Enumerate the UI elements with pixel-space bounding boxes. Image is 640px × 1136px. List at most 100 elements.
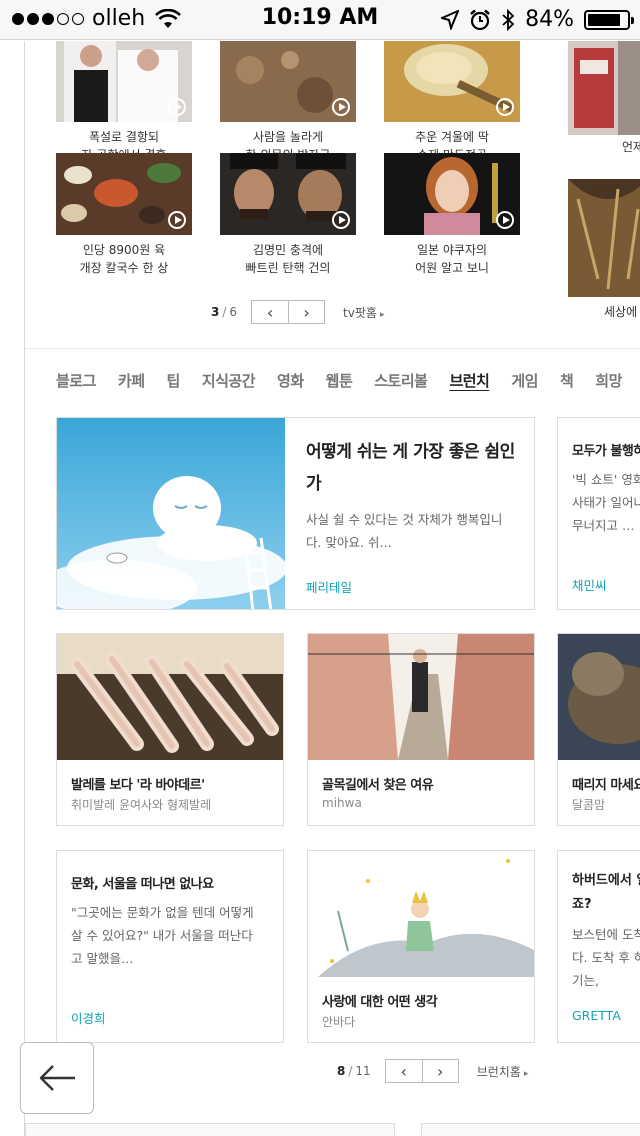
article-card[interactable]: 골목길에서 찾은 여유 mihwa: [307, 633, 535, 826]
play-icon: [168, 98, 186, 116]
prev-page-button[interactable]: ‹: [252, 301, 288, 323]
tab-webtoon[interactable]: 웹툰: [326, 370, 353, 391]
article-title: 발레를 보다 '라 바야데르': [71, 778, 205, 793]
tv-pagination: 3 / 6 ‹ › tv팟홈 ▸: [211, 300, 384, 324]
back-button[interactable]: [20, 1042, 94, 1114]
arrow-left-icon: [39, 1065, 75, 1091]
video-caption-line2: 빠트린 탄핵 건의: [245, 261, 331, 275]
next-section-card: [421, 1123, 640, 1136]
featured-excerpt-line1: 사실 쉴 수 있다는 것 자체가 행복입니: [306, 512, 503, 527]
play-icon: [332, 98, 350, 116]
play-icon: [496, 211, 514, 229]
tab-game[interactable]: 게임: [511, 370, 538, 391]
article-image: [558, 634, 640, 760]
article-title-line1: 하버드에서 일: [572, 873, 640, 888]
brunch-home-link[interactable]: 브런치홈 ▸: [477, 1063, 529, 1080]
video-thumbnail: [384, 41, 520, 122]
article-title: 문화, 서울을 떠나면 없나요: [71, 877, 214, 892]
tab-knowledge[interactable]: 지식공간: [202, 370, 256, 391]
chevron-left-icon: ‹: [266, 302, 274, 322]
chevron-left-icon: ‹: [400, 1061, 407, 1081]
tab-cafe[interactable]: 카페: [118, 370, 145, 391]
tab-hope[interactable]: 희망: [595, 370, 622, 391]
featured-excerpt-line2: 다. 맞아요. 쉬…: [306, 535, 392, 550]
video-caption-line1: 폭설로 결항되: [88, 130, 160, 144]
video-item[interactable]: 세상에: [568, 179, 640, 321]
category-tabs: 블로그 카페 팁 지식공간 영화 웹툰 스토리볼 브런치 게임 책 희망: [56, 370, 640, 391]
tab-blog[interactable]: 블로그: [56, 370, 96, 391]
video-item[interactable]: 인당 8900원 육 개장 칼국수 한 상: [56, 153, 192, 277]
next-page-button[interactable]: ›: [421, 1060, 458, 1082]
prev-page-button[interactable]: ‹: [386, 1060, 422, 1082]
article-author[interactable]: 채민씨: [572, 575, 607, 594]
article-image: [308, 851, 534, 977]
chevron-right-icon: ›: [303, 302, 310, 322]
tab-brunch[interactable]: 브런치: [449, 370, 489, 391]
article-title: 모두가 불행하: [572, 444, 640, 459]
status-bar: olleh 10:19 AM 84%: [0, 0, 640, 40]
video-thumbnail: [56, 41, 192, 122]
featured-title-line2: 가: [306, 474, 322, 494]
article-card[interactable]: 하버드에서 일 죠? 보스턴에 도착 다. 도착 후 하 기는, GRETTA: [557, 850, 640, 1043]
featured-author[interactable]: 페리테일: [306, 577, 352, 596]
page-total: 6: [229, 305, 238, 319]
featured-article-card[interactable]: 어떻게 쉬는 게 가장 좋은 쉼인 가 사실 쉴 수 있다는 것 자체가 행복입…: [56, 417, 535, 610]
article-excerpt-line1: 보스턴에 도착: [572, 927, 640, 942]
video-thumbnail: [568, 41, 640, 135]
article-excerpt-line2: 살 수 있어요?" 내가 서울을 떠난다: [71, 928, 253, 943]
chevron-right-icon: ›: [436, 1061, 444, 1081]
article-author[interactable]: 이경희: [71, 1008, 106, 1027]
article-title: 골목길에서 찾은 여유: [322, 778, 434, 793]
article-image: [308, 634, 534, 760]
article-title-line2: 죠?: [572, 897, 592, 912]
play-icon: [168, 211, 186, 229]
article-excerpt-line3: 기는,: [572, 973, 599, 988]
carrier-name: olleh: [92, 6, 146, 31]
video-item[interactable]: 폭설로 결항되자 공항에서 결혼: [56, 41, 192, 164]
video-item[interactable]: 추운 겨울에 딱수제 만두전골: [384, 41, 520, 164]
article-source: mihwa: [322, 796, 362, 810]
article-excerpt-line2: 다. 도착 후 하: [572, 950, 640, 965]
next-section-card: [25, 1123, 395, 1136]
tab-book[interactable]: 책: [560, 370, 574, 391]
article-author[interactable]: GRETTA: [572, 1008, 621, 1023]
page-content: 폭설로 결항되자 공항에서 결혼 사람을 놀라게한 의문의 발자국 추운 겨울에…: [24, 41, 640, 1136]
article-card[interactable]: 문화, 서울을 떠나면 없나요 "그곳에는 문화가 없을 텐데 어떻게 살 수 …: [56, 850, 284, 1043]
wifi-icon: [155, 8, 182, 28]
video-caption-line2: 개장 칼국수 한 상: [79, 261, 169, 275]
article-card[interactable]: 발레를 보다 '라 바야데르' 취미발레 윤여사와 형제발레: [56, 633, 284, 826]
article-card[interactable]: 모두가 불행하 '빅 쇼트' 영화 사태가 일어나 무너지고 … 채민씨: [557, 417, 640, 610]
video-caption-line1: 사람을 놀라게: [252, 130, 324, 144]
tab-tip[interactable]: 팁: [167, 370, 181, 391]
article-title: 사랑에 대한 어떤 생각: [322, 995, 438, 1010]
tvpot-home-link[interactable]: tv팟홈 ▸: [343, 304, 384, 321]
article-card[interactable]: 때리지 마세요 달콤맘: [557, 633, 640, 826]
article-card[interactable]: 사랑에 대한 어떤 생각 안바다: [307, 850, 535, 1043]
article-excerpt-line1: '빅 쇼트' 영화: [572, 472, 640, 487]
caret-right-icon: ▸: [379, 309, 385, 320]
article-image: [57, 634, 283, 760]
video-caption-line2: 어원 알고 보니: [415, 261, 489, 275]
location-arrow-icon: [441, 9, 460, 30]
article-title: 때리지 마세요: [572, 778, 640, 793]
article-excerpt-line3: 무너지고 …: [572, 518, 635, 533]
video-caption-line1: 김명민 충격에: [252, 243, 324, 257]
tab-movie[interactable]: 영화: [277, 370, 304, 391]
tab-storyball[interactable]: 스토리볼: [374, 370, 428, 391]
video-thumbnail: [56, 153, 192, 235]
article-excerpt-line3: 고 말했을…: [71, 951, 134, 966]
video-item[interactable]: 김명민 충격에빠트린 탄핵 건의: [220, 153, 356, 277]
signal-strength-icon: [12, 12, 84, 25]
page-total: 11: [355, 1064, 371, 1078]
video-thumbnail: [220, 41, 356, 122]
video-item[interactable]: 언제: [568, 41, 640, 156]
article-source: 달콤맘: [572, 798, 606, 812]
brunch-pagination: 8 / 11 ‹ › 브런치홈 ▸: [337, 1059, 528, 1083]
video-item[interactable]: 일본 야쿠자의 어원 알고 보니: [384, 153, 520, 277]
video-item[interactable]: 사람을 놀라게한 의문의 발자국: [220, 41, 356, 164]
next-page-button[interactable]: ›: [288, 301, 324, 323]
page-current: 8: [337, 1064, 346, 1078]
alarm-clock-icon: [470, 9, 490, 30]
video-caption-line1: 추운 겨울에 딱: [415, 130, 489, 144]
play-icon: [496, 98, 514, 116]
